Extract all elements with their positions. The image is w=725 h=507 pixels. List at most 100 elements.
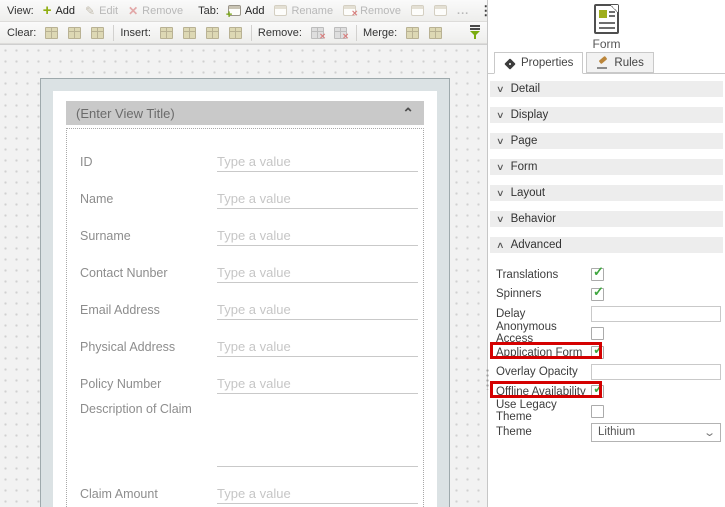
property-section-header[interactable]: Behavior — [490, 211, 723, 227]
insert-row-below-button[interactable] — [224, 25, 247, 41]
clear-all-button[interactable] — [86, 25, 109, 41]
remove-row-button[interactable]: ✕ — [329, 25, 352, 41]
view-body: ID Type a value Name Type a value — [66, 128, 424, 507]
field-row: ID Type a value — [80, 135, 418, 172]
field-placeholder: Type a value — [217, 339, 291, 354]
property-label: Overlay Opacity — [496, 366, 591, 378]
field-row: Claim Amount Type a value — [80, 467, 418, 504]
remove-column-icon: ✕ — [311, 27, 324, 39]
field-label: Surname — [80, 229, 217, 246]
field-placeholder: Type a value — [217, 228, 291, 243]
field-label: Contact Nunber — [80, 266, 217, 283]
panel-tab-label: Properties — [521, 57, 573, 69]
field-row: Surname Type a value — [80, 209, 418, 246]
field-row: Email Address Type a value — [80, 283, 418, 320]
tab-add-button[interactable]: + Add — [223, 3, 270, 19]
property-checkbox[interactable] — [591, 346, 604, 359]
property-label: Offline Availability — [496, 386, 591, 398]
property-section-header[interactable]: Advanced — [490, 237, 723, 253]
toolbar-row-view-tab: View: + Add ✎ Edit ✕ Remove Tab: + Add R… — [0, 0, 487, 22]
field-input[interactable]: Type a value — [217, 228, 418, 246]
insert-column-left-icon — [160, 27, 173, 39]
tab-move-right-button — [429, 3, 452, 18]
remove-column-button[interactable]: ✕ — [306, 25, 329, 41]
insert-row-above-icon — [206, 27, 219, 39]
field-placeholder: Type a value — [217, 265, 291, 280]
property-checkbox[interactable] — [591, 268, 604, 281]
panel-tabs: Properties Rules — [488, 52, 725, 74]
property-text-input[interactable] — [591, 364, 721, 380]
design-canvas[interactable]: (Enter View Title) ⌃ ID Type a value Nam… — [0, 45, 487, 507]
tab-move-left-icon — [411, 5, 424, 16]
tab-move-left-button — [406, 3, 429, 18]
insert-column-left-button[interactable] — [155, 25, 178, 41]
toolbar-separator — [251, 25, 252, 41]
field-input[interactable]: Type a value — [217, 265, 418, 283]
field-row: Policy Number Type a value — [80, 357, 418, 394]
property-section-header[interactable]: Detail — [490, 81, 723, 97]
property-label: Use Legacy Theme — [496, 399, 591, 423]
panel-tab-label: Rules — [614, 57, 643, 69]
property-section-header[interactable]: Page — [490, 133, 723, 149]
property-label: Application Form — [496, 347, 591, 359]
selected-control-header: Form — [488, 0, 725, 52]
field-input[interactable] — [217, 394, 418, 467]
plus-icon: + — [43, 5, 52, 17]
section-label: Behavior — [511, 213, 556, 225]
field-input[interactable]: Type a value — [217, 191, 418, 209]
collapse-view-icon[interactable]: ⌃ — [402, 105, 414, 122]
form-container[interactable]: (Enter View Title) ⌃ ID Type a value Nam… — [40, 78, 450, 507]
merge-cells-button[interactable] — [401, 25, 424, 41]
view-header[interactable]: (Enter View Title) ⌃ — [66, 101, 424, 125]
merge-row-button[interactable] — [424, 25, 447, 41]
field-row: Description of Claim — [80, 394, 418, 467]
property-row: Anonymous Access — [488, 325, 723, 342]
property-section-header[interactable]: Form — [490, 159, 723, 175]
section-label: Form — [511, 161, 538, 173]
panel-tab[interactable]: Rules — [586, 52, 653, 73]
field-input[interactable]: Type a value — [217, 302, 418, 320]
property-checkbox[interactable] — [591, 385, 604, 398]
tab-remove-icon: ✕ — [343, 5, 356, 16]
form-surface[interactable]: (Enter View Title) ⌃ ID Type a value Nam… — [53, 91, 437, 507]
view-group-label: View: — [7, 5, 34, 17]
property-checkbox[interactable] — [591, 405, 604, 418]
property-row: Delay — [488, 305, 723, 322]
tab-rename-button: Rename — [269, 3, 338, 19]
panel-tab[interactable]: Properties — [494, 52, 583, 74]
more-options-button: ... — [452, 3, 474, 19]
pencil-icon: ✎ — [85, 4, 95, 18]
view-add-button[interactable]: + Add — [38, 3, 80, 19]
clear-row-button[interactable] — [63, 25, 86, 41]
tab-add-icon: + — [228, 5, 241, 16]
select-value: Lithium — [598, 426, 635, 438]
insert-row-below-icon — [229, 27, 242, 39]
field-input[interactable]: Type a value — [217, 486, 418, 504]
insert-column-right-button[interactable] — [178, 25, 201, 41]
property-text-input[interactable] — [591, 306, 721, 322]
field-row: Physical Address Type a value — [80, 320, 418, 357]
field-input[interactable]: Type a value — [217, 376, 418, 394]
filter-icon[interactable] — [469, 25, 481, 40]
clear-contents-button[interactable] — [40, 25, 63, 41]
property-checkbox[interactable] — [591, 327, 604, 340]
section-label: Layout — [511, 187, 546, 199]
property-label: Theme — [496, 426, 591, 438]
clear-row-icon — [68, 27, 81, 39]
insert-row-above-button[interactable] — [201, 25, 224, 41]
chevron-icon — [496, 214, 505, 225]
field-placeholder: Type a value — [217, 154, 291, 169]
field-input[interactable]: Type a value — [217, 339, 418, 357]
toolbar-row-table: Clear: Insert: Remove: ✕ ✕ Merge: — [0, 22, 487, 44]
merge-row-icon — [429, 27, 442, 39]
field-placeholder: Type a value — [217, 376, 291, 391]
property-row: Use Legacy Theme — [488, 403, 723, 420]
property-select[interactable]: Lithium ⌄ — [591, 423, 721, 442]
property-section-header[interactable]: Layout — [490, 185, 723, 201]
toolbar-separator — [113, 25, 114, 41]
property-section-header[interactable]: Display — [490, 107, 723, 123]
field-input[interactable]: Type a value — [217, 154, 418, 172]
merge-group-label: Merge: — [363, 27, 397, 39]
tab-remove-button: ✕ Remove — [338, 3, 406, 19]
property-checkbox[interactable] — [591, 288, 604, 301]
